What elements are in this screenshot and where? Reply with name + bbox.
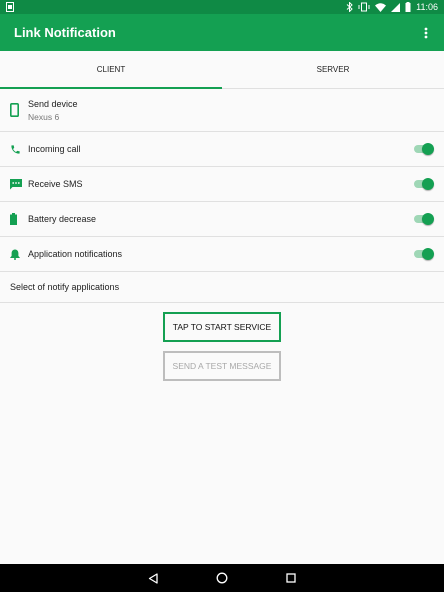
receive-sms-toggle[interactable] [412,177,434,191]
app-notifications-toggle[interactable] [412,247,434,261]
sms-icon [10,178,22,189]
battery-status-icon [405,2,411,12]
settings-list: Send device Nexus 6 Incoming call Receiv… [0,89,444,303]
status-bar: 11:06 [0,0,444,14]
notify-apps-row[interactable]: Select of notify applications [0,272,444,303]
app-title: Link Notification [14,25,116,40]
app-bar: Link Notification [0,14,444,51]
send-test-message-button[interactable]: SEND A TEST MESSAGE [163,351,281,381]
setting-row-app-notifications[interactable]: Application notifications [0,237,444,272]
incoming-call-toggle[interactable] [412,142,434,156]
battery-icon [10,213,17,225]
start-service-button[interactable]: TAP TO START SERVICE [163,312,281,342]
setting-row-receive-sms[interactable]: Receive SMS [0,167,444,202]
signal-icon [391,2,401,12]
bell-icon [10,249,20,260]
send-device-value: Nexus 6 [28,111,60,122]
smartphone-icon [10,103,19,117]
phone-icon [11,144,20,154]
battery-decrease-label: Battery decrease [28,214,97,224]
wifi-icon [375,2,387,12]
setting-row-battery-decrease[interactable]: Battery decrease [0,202,444,237]
battery-decrease-toggle[interactable] [412,212,434,226]
overflow-menu-button[interactable] [418,21,434,45]
clock: 11:06 [416,2,438,12]
home-icon[interactable] [216,572,228,584]
recents-icon[interactable] [286,573,296,583]
app-notifications-label: Application notifications [28,249,123,259]
more-vert-icon [424,27,428,38]
tab-client[interactable]: CLIENT [0,51,222,89]
notify-apps-label: Select of notify applications [10,282,120,292]
send-device-row[interactable]: Send device Nexus 6 [0,89,444,132]
action-buttons: TAP TO START SERVICE SEND A TEST MESSAGE [0,312,444,381]
vibrate-icon [358,2,370,12]
setting-row-incoming-call[interactable]: Incoming call [0,132,444,167]
send-device-label: Send device [28,98,78,109]
tab-bar: CLIENT SERVER [0,51,444,89]
incoming-call-label: Incoming call [28,144,81,154]
tab-server[interactable]: SERVER [222,51,444,88]
back-icon[interactable] [148,572,158,584]
sim-card-icon [6,2,14,12]
status-icons: 11:06 [346,2,438,12]
navigation-bar [0,564,444,592]
receive-sms-label: Receive SMS [28,179,83,189]
bluetooth-icon [346,2,353,12]
